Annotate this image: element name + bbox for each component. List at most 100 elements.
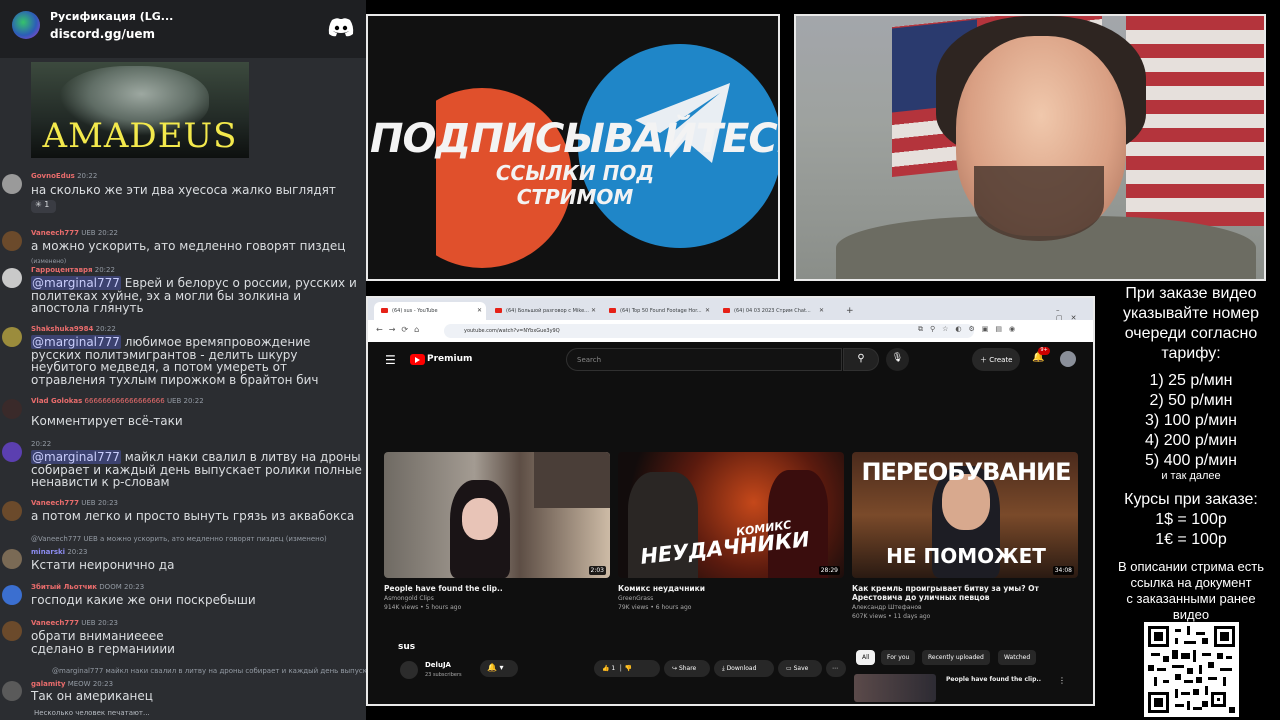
username[interactable]: Збитый Льотчик: [31, 583, 97, 591]
close-icon[interactable]: ✕: [819, 307, 824, 314]
thumb-text-2: НЕ ПОМОЖЕТ: [886, 544, 1046, 568]
subscriber-count: 23 subscribers: [425, 672, 462, 678]
channel-avatar[interactable]: [400, 661, 418, 679]
download-label: Download: [726, 665, 757, 672]
toolbar-icons[interactable]: ⧉⚲☆◐⚙▣▤◉: [918, 325, 1022, 334]
message-meta: minarski 20:23: [31, 548, 88, 556]
username[interactable]: minarski: [31, 548, 65, 556]
menu-icon[interactable]: ☰: [385, 353, 396, 367]
close-icon[interactable]: ✕: [705, 307, 710, 314]
video-thumbnail[interactable]: ПЕРЕОБУВАНИЕ НЕ ПОМОЖЕТ: [852, 452, 1078, 578]
avatar: [2, 442, 22, 462]
youtube-brand[interactable]: Premium: [427, 354, 472, 364]
up-next-title[interactable]: People have found the clip..: [946, 676, 1041, 683]
video-channel[interactable]: GreenGrass: [618, 595, 653, 602]
video-title[interactable]: People have found the clip..: [384, 584, 610, 593]
video-stats: 79K views • 6 hours ago: [618, 604, 692, 611]
role-tag: DOOM: [99, 583, 122, 591]
more-icon[interactable]: ⋮: [1058, 676, 1066, 685]
username[interactable]: Гарроцентавря: [31, 266, 93, 274]
desc-line: видео: [1172, 607, 1210, 622]
browser-tab[interactable]: (64) Top 50 Found Footage Hor... ✕: [602, 302, 714, 320]
timestamp: 20:23: [97, 499, 118, 507]
username[interactable]: Vaneech777: [31, 619, 79, 627]
save-button[interactable]: ▭ Save: [778, 660, 822, 677]
reply-preview[interactable]: @Vaneech777 UEB а можно ускорить, ато ме…: [31, 535, 366, 543]
thumb-down-icon[interactable]: 👎: [625, 665, 632, 672]
more-icon[interactable]: ⋯: [826, 660, 846, 677]
chip-for-you[interactable]: For you: [881, 650, 916, 665]
username[interactable]: Vaneech777: [31, 499, 79, 507]
tab-title: (64) 04 03 2023 Стрим Chat...: [734, 308, 811, 314]
chip-all[interactable]: All: [856, 650, 876, 665]
price-tier: 5) 400 р/мин: [1145, 452, 1237, 469]
browser-tab[interactable]: (64) 04 03 2023 Стрим Chat... ✕: [716, 302, 828, 320]
nav-buttons[interactable]: ←→⟳⌂: [376, 325, 425, 334]
edited-label: (изменено): [31, 257, 67, 265]
like-count: 1: [611, 665, 616, 672]
reaction-count: 1: [44, 200, 50, 209]
username[interactable]: Shakshuka9984: [31, 325, 93, 333]
qr-code[interactable]: [1144, 622, 1239, 717]
chip-recently-uploaded[interactable]: Recently uploaded: [922, 650, 990, 665]
video-thumbnail[interactable]: [384, 452, 610, 578]
price-tier: 3) 100 р/мин: [1145, 412, 1237, 429]
message-meta: galamity MEOW 20:23: [31, 680, 113, 688]
rates-header: Курсы при заказе:: [1124, 491, 1258, 508]
youtube-header: ☰ Premium Search ⚲ 🎙 ＋ Create 🔔 9+: [368, 342, 1093, 378]
browser-tab[interactable]: (64) Большой разговор с Mike... ✕: [488, 302, 600, 320]
price-tier: 4) 200 р/мин: [1145, 432, 1237, 449]
mic-icon[interactable]: 🎙: [886, 348, 909, 371]
username[interactable]: galamity: [31, 680, 65, 688]
message-meta: Shakshuka9984 20:22: [31, 325, 116, 333]
avatar: [2, 549, 22, 569]
message-meta: GovnoEdus 20:22: [31, 172, 97, 180]
message-meta: Vlad Golokas 666666666666666666 UEB 20:2…: [31, 397, 204, 405]
message-text: а потом легко и просто вынуть грязь из а…: [31, 509, 355, 523]
banner-subheadline: ССЫЛКИ ПОД СТРИМОМ: [495, 161, 655, 209]
video-title[interactable]: Как кремль проигрывает битву за умы? От …: [852, 584, 1078, 602]
video-thumbnail[interactable]: КОМИКС НЕУДАЧНИКИ: [618, 452, 844, 578]
share-label: Share: [678, 665, 697, 672]
share-button[interactable]: ↪ Share: [664, 660, 710, 677]
avatar: [2, 327, 22, 347]
user-extra: 666666666666666666: [84, 397, 165, 405]
rate-line: 1€ = 100р: [1155, 531, 1227, 548]
youtube-logo-icon[interactable]: [410, 354, 425, 365]
avatar: [2, 501, 22, 521]
subscribed-bell-button[interactable]: 🔔 ▾: [480, 660, 518, 677]
username[interactable]: GovnoEdus: [31, 172, 75, 180]
message-meta: Гарроцентавря 20:22: [31, 266, 115, 274]
desc-line: В описании стрима есть: [1117, 559, 1265, 574]
browser-tab[interactable]: (64) sus - YouTube ✕: [374, 302, 486, 320]
username[interactable]: Vaneech777: [31, 229, 79, 237]
us-flag-right: [1126, 16, 1264, 226]
video-title[interactable]: Комикс неудачники: [618, 584, 844, 593]
message-meta: Vaneech777 UEB 20:23: [31, 499, 118, 507]
video-channel[interactable]: Александр Штефанов: [852, 604, 922, 611]
video-channel[interactable]: Asmongold Clips: [384, 595, 434, 602]
close-icon[interactable]: ✕: [477, 307, 482, 314]
like-dislike-button[interactable]: 👍 1 │ 👎: [594, 660, 660, 677]
create-button[interactable]: ＋ Create: [972, 348, 1020, 371]
avatar: [2, 621, 22, 641]
search-icon[interactable]: ⚲: [843, 348, 879, 371]
qr-code-graphic: [1148, 626, 1235, 713]
channel-name[interactable]: DeluJA: [425, 661, 451, 669]
server-link[interactable]: discord.gg/uem: [50, 27, 155, 41]
avatar: [2, 174, 22, 194]
chip-watched[interactable]: Watched: [998, 650, 1037, 665]
video-stats: 607K views • 11 days ago: [852, 613, 931, 620]
message-meta: Vaneech777 UEB 20:22: [31, 229, 118, 237]
up-next-thumbnail[interactable]: [854, 674, 936, 702]
reply-preview[interactable]: @marginal777 майкл наки свалил в литву н…: [52, 667, 366, 675]
username[interactable]: Vlad Golokas: [31, 397, 82, 405]
thumb-up-icon[interactable]: 👍: [602, 665, 609, 672]
new-tab-button[interactable]: +: [846, 306, 854, 316]
reaction-pill[interactable]: ✳ 1: [31, 200, 56, 213]
search-input[interactable]: Search: [566, 348, 842, 371]
download-button[interactable]: ⤓ Download: [714, 660, 774, 677]
url-field[interactable]: youtube.com/watch?v=NYbxGue3y9Q: [444, 324, 974, 338]
close-icon[interactable]: ✕: [591, 307, 596, 314]
avatar[interactable]: [1060, 351, 1076, 367]
